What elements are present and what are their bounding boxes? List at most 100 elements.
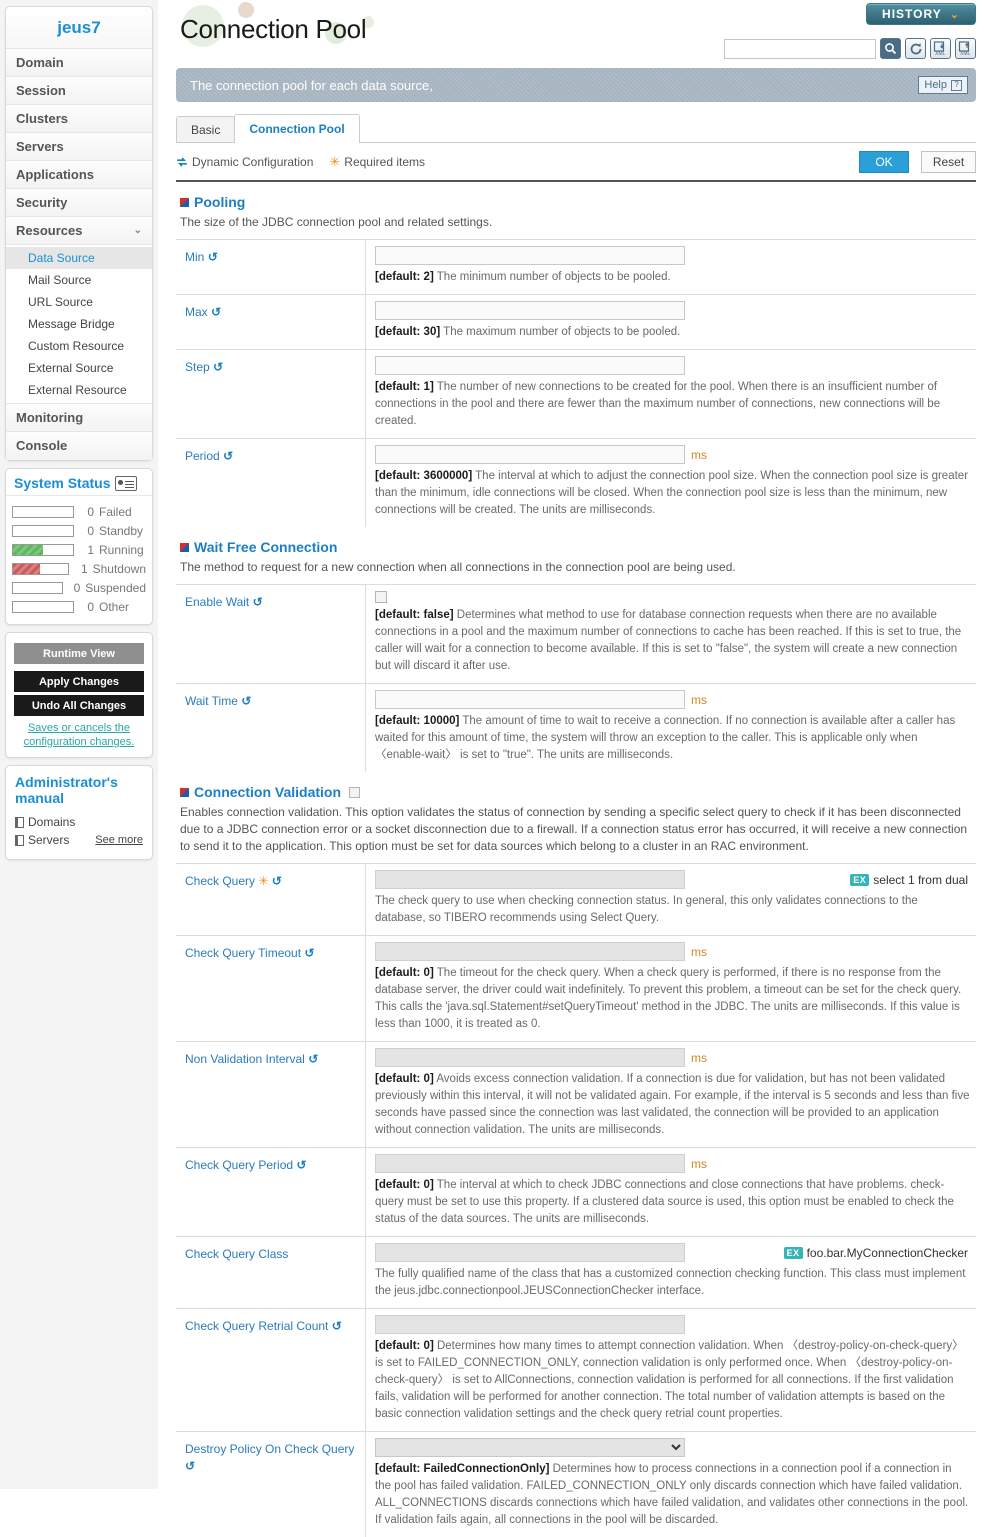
legend-label: Required items <box>344 155 425 169</box>
sidebar-item-session[interactable]: Session <box>6 77 152 105</box>
tab-connection-pool[interactable]: Connection Pool <box>234 114 360 143</box>
status-count: 0 <box>87 599 94 614</box>
monitor-icon[interactable] <box>115 475 138 491</box>
sidebar-item-label: Resources <box>16 223 83 238</box>
property-description: [default: 3600000] The interval at which… <box>375 468 970 519</box>
status-bar <box>12 562 69 575</box>
destroy-policy-select[interactable] <box>375 1438 685 1457</box>
section-title: Connection Validation <box>194 784 342 800</box>
default-value: [default: false] <box>375 609 454 621</box>
main-content: Connection Pool HISTORY ⌄ XML XML The co… <box>158 0 984 1537</box>
sidebar-item-servers[interactable]: Servers <box>6 133 152 161</box>
property-body: [default: 0] Determines how many times t… <box>366 1309 976 1431</box>
min-input[interactable] <box>375 246 685 265</box>
status-label: Suspended <box>85 580 146 595</box>
search-input[interactable] <box>724 38 876 59</box>
reset-button[interactable]: Reset <box>921 151 976 173</box>
property-description: The fully qualified name of the class th… <box>375 1266 970 1300</box>
check-query-input[interactable] <box>375 870 685 889</box>
unit-label: ms <box>691 692 707 707</box>
manual-link-domains[interactable]: Domains <box>15 813 143 831</box>
sidebar-item-clusters[interactable]: Clusters <box>6 105 152 133</box>
sidebar-item-url-source[interactable]: URL Source <box>6 291 152 313</box>
xml-export-icon[interactable]: XML <box>955 38 976 59</box>
sidebar-item-label: Servers <box>16 139 64 154</box>
max-input[interactable] <box>375 301 685 320</box>
sidebar-item-message-bridge[interactable]: Message Bridge <box>6 313 152 335</box>
sidebar-subitem-label: Data Source <box>28 251 95 265</box>
sidebar-item-console[interactable]: Console <box>6 432 152 460</box>
see-more-link[interactable]: See more <box>95 834 143 846</box>
default-value: [default: 3600000] <box>375 470 473 482</box>
search-icon[interactable] <box>880 38 901 59</box>
default-value: [default: 30] <box>375 326 441 338</box>
property-label: Wait Time ↺ <box>176 684 366 772</box>
default-value: [default: FailedConnectionOnly] <box>375 1463 550 1475</box>
dynamic-config-icon: ↺ <box>185 1459 196 1473</box>
sidebar-subitem-label: Message Bridge <box>28 317 115 331</box>
dynamic-config-icon: ↺ <box>304 946 315 960</box>
sidebar-item-data-source[interactable]: Data Source <box>6 247 152 269</box>
section-header: Connection Validation <box>176 772 976 802</box>
check-query-period-input[interactable] <box>375 1154 685 1173</box>
tab-basic[interactable]: Basic <box>176 116 236 143</box>
page-title: Connection Pool <box>180 14 367 44</box>
check-query-class-input[interactable] <box>375 1243 685 1262</box>
property-description: [default: 0] The timeout for the check q… <box>375 965 970 1033</box>
non-validation-interval-input[interactable] <box>375 1048 685 1067</box>
history-button[interactable]: HISTORY ⌄ <box>866 3 976 25</box>
refresh-icon[interactable] <box>905 38 926 59</box>
saves-or-cancels-note[interactable]: Saves or cancels the configuration chang… <box>14 721 144 749</box>
sidebar-item-resources[interactable]: Resources ⌄ <box>6 217 152 245</box>
manual-link-servers[interactable]: Servers See more <box>15 831 143 849</box>
sidebar: jeus7 Domain Session Clusters Servers Ap… <box>0 0 158 1489</box>
check-query-retrial-count-input[interactable] <box>375 1315 685 1334</box>
property-body: ms [default: 0] The timeout for the chec… <box>366 936 976 1041</box>
sidebar-item-label: Session <box>16 83 66 98</box>
manual-link-label: Servers <box>28 833 70 847</box>
sidebar-item-external-resource[interactable]: External Resource <box>6 379 152 401</box>
xml-import-icon[interactable]: XML <box>930 38 951 59</box>
sidebar-item-domain[interactable]: Domain <box>6 49 152 77</box>
apply-changes-button[interactable]: Apply Changes <box>14 671 144 692</box>
sidebar-item-mail-source[interactable]: Mail Source <box>6 269 152 291</box>
property-description: [default: 2] The minimum number of objec… <box>375 269 970 286</box>
sidebar-subitem-label: URL Source <box>28 295 93 309</box>
property-row-step: Step ↺ [default: 1] The number of new co… <box>176 349 976 438</box>
runtime-view-button[interactable]: Runtime View <box>14 643 144 664</box>
undo-all-changes-button[interactable]: Undo All Changes <box>14 695 144 716</box>
sidebar-item-applications[interactable]: Applications <box>6 161 152 189</box>
sidebar-item-security[interactable]: Security <box>6 189 152 217</box>
label-text: Min <box>185 250 205 264</box>
sidebar-item-custom-resource[interactable]: Custom Resource <box>6 335 152 357</box>
status-row: 1 Running <box>12 540 146 559</box>
legend-required-items: ✳ Required items <box>329 155 425 169</box>
label-text: Wait Time <box>185 694 238 708</box>
status-count: 1 <box>80 561 88 576</box>
wait-time-input[interactable] <box>375 690 685 709</box>
history-label: HISTORY <box>882 7 942 21</box>
page-subtitle-bar: The connection pool for each data source… <box>176 68 976 102</box>
property-label: Check Query Timeout ↺ <box>176 936 366 1041</box>
sidebar-item-label: Applications <box>16 167 95 182</box>
sidebar-nav-panel: jeus7 Domain Session Clusters Servers Ap… <box>5 6 153 461</box>
property-label: Destroy Policy On Check Query ↺ <box>176 1432 366 1537</box>
ok-button[interactable]: OK <box>859 151 909 173</box>
label-text: Max <box>185 305 208 319</box>
dynamic-config-icon: ↺ <box>296 1158 307 1172</box>
help-button[interactable]: Help ? <box>918 76 968 94</box>
step-input[interactable] <box>375 356 685 375</box>
property-row-enable-wait: Enable Wait ↺ [default: false] Determine… <box>176 584 976 683</box>
dynamic-config-icon: ↺ <box>271 874 282 888</box>
enable-wait-checkbox[interactable] <box>375 591 387 603</box>
sidebar-item-external-source[interactable]: External Source <box>6 357 152 379</box>
check-query-timeout-input[interactable] <box>375 942 685 961</box>
period-input[interactable] <box>375 445 685 464</box>
administrator-manual-panel: Administrator's manual Domains Servers S… <box>5 765 153 860</box>
application-root: jeus7 Domain Session Clusters Servers Ap… <box>0 0 984 1537</box>
connection-validation-checkbox[interactable] <box>349 786 361 798</box>
dynamic-config-icon: ↺ <box>207 250 218 264</box>
sidebar-item-monitoring[interactable]: Monitoring <box>6 404 152 432</box>
property-body: [default: false] Determines what method … <box>366 585 976 683</box>
property-description: [default: 10000] The amount of time to w… <box>375 713 970 764</box>
